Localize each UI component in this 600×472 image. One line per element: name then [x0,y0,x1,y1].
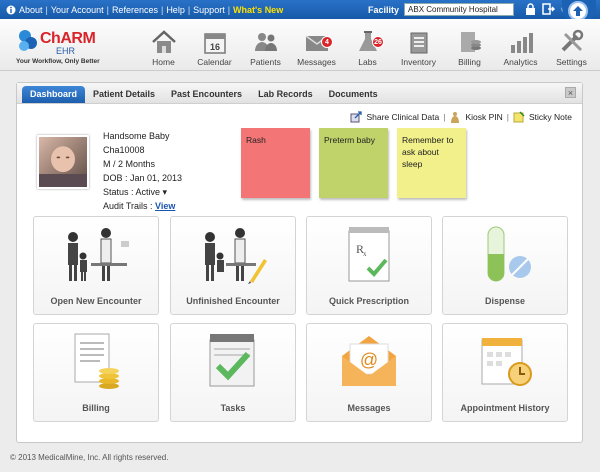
main-nav: Home 16 Calendar Patients 4 Messages 26 … [138,19,597,71]
nav-messages[interactable]: 4 Messages [291,19,342,71]
logo-icon [19,30,37,51]
tab-dashboard[interactable]: Dashboard [22,86,86,103]
footer-copyright: © 2013 MedicalMine, Inc. All rights rese… [10,453,169,462]
whats-new-link[interactable]: What's New [233,5,283,15]
svg-text:16: 16 [209,42,219,52]
facility-selector: Facility ABX Community Hospital [368,3,515,16]
about-link[interactable]: About [19,5,43,15]
tab-past-encounters[interactable]: Past Encounters [163,86,250,103]
references-link[interactable]: References [112,5,158,15]
top-links: About | Your Account | References | Help… [0,5,283,15]
upload-icon [568,1,588,21]
tile-messages[interactable]: @ Messages [306,323,432,422]
messages-tile-icon: @ [342,336,396,386]
appointment-history-icon [481,338,532,386]
tab-lab-records[interactable]: Lab Records [250,86,321,103]
new-encounter-icon [68,228,129,281]
sticky-note[interactable]: Remember to ask about sleep [397,128,466,198]
billing-tile-icon [74,333,119,389]
settings-icon [561,29,583,52]
unfinished-encounter-icon [205,228,267,284]
nav-calendar[interactable]: 16 Calendar [189,19,240,71]
nav-home[interactable]: Home [138,19,189,71]
nav-labs[interactable]: 26 Labs [342,19,393,71]
tile-tasks[interactable]: Tasks [170,323,296,422]
tile-appointment-history[interactable]: Appointment History [442,323,568,422]
logo-tagline: Your Workflow, Only Better [16,58,100,65]
svg-text:x: x [363,250,367,258]
facility-select[interactable]: ABX Community Hospital [404,3,515,16]
nav-settings[interactable]: Settings [546,19,597,71]
kiosk-pin-link[interactable]: Kiosk PIN [465,112,502,122]
sticky-note-icon [513,111,525,123]
close-button[interactable]: × [565,87,576,98]
support-link[interactable]: Support [193,5,225,15]
tasks-icon [209,334,255,387]
kiosk-icon [451,112,460,123]
billing-icon [460,32,481,52]
sticky-note[interactable]: Rash [241,128,310,198]
inventory-icon [410,32,427,54]
nav-analytics[interactable]: Analytics [495,19,546,71]
labs-count-badge: 26 [372,36,384,48]
info-icon [6,5,16,14]
prescription-icon: Rx [348,227,390,282]
tab-patient-details[interactable]: Patient Details [85,86,163,103]
tab-bar: Dashboard Patient Details Past Encounter… [17,83,582,104]
patient-status[interactable]: Status : Active ▾ [103,185,182,199]
logout-icon[interactable] [542,3,555,15]
tile-open-new-encounter[interactable]: Open New Encounter [33,216,159,315]
home-icon [151,30,176,53]
lock-icon[interactable] [524,3,537,15]
patient-dob: DOB : Jan 01, 2013 [103,173,183,183]
your-account-link[interactable]: Your Account [51,5,104,15]
app-header: ChARM EHR Your Workflow, Only Better Hom… [0,19,600,71]
tile-quick-prescription[interactable]: Rx Quick Prescription [306,216,432,315]
tile-billing[interactable]: Billing [33,323,159,422]
help-link[interactable]: Help [166,5,185,15]
nav-inventory[interactable]: Inventory [393,19,444,71]
patient-name: Handsome Baby [103,131,170,141]
share-clinical-data-link[interactable]: Share Clinical Data [366,112,439,122]
svg-text:@: @ [360,350,378,370]
facility-label: Facility [368,4,400,15]
calendar-icon: 16 [203,33,226,54]
charm-logo[interactable]: ChARM EHR Your Workflow, Only Better [16,25,106,69]
sticky-note-link[interactable]: Sticky Note [529,112,572,122]
logo-sub: EHR [56,46,76,56]
patient-photo [37,135,89,189]
share-icon [350,111,363,123]
nav-billing[interactable]: Billing [444,19,495,71]
dispense-icon [487,226,531,282]
audit-trails: Audit Trails : View [103,201,176,211]
sticky-note[interactable]: Preterm baby [319,128,388,198]
nav-patients[interactable]: Patients [240,19,291,71]
audit-view-link[interactable]: View [155,201,175,211]
patient-info: Handsome Baby Cha10008 M / 2 Months DOB … [103,129,182,213]
messages-count-badge: 4 [321,36,333,48]
tab-documents[interactable]: Documents [321,86,386,103]
dashboard-panel: Dashboard Patient Details Past Encounter… [16,82,583,443]
tile-unfinished-encounter[interactable]: Unfinished Encounter [170,216,296,315]
analytics-icon [510,33,533,53]
chevron-down-icon: ▾ [162,187,168,197]
tile-dispense[interactable]: Dispense [442,216,568,315]
patient-actions: Share Clinical Data | Kiosk PIN | Sticky… [350,111,572,123]
patients-icon [254,33,277,51]
patient-id: Cha10008 [103,145,145,155]
top-bar: About | Your Account | References | Help… [0,0,600,22]
patient-sex-age: M / 2 Months [103,159,156,169]
